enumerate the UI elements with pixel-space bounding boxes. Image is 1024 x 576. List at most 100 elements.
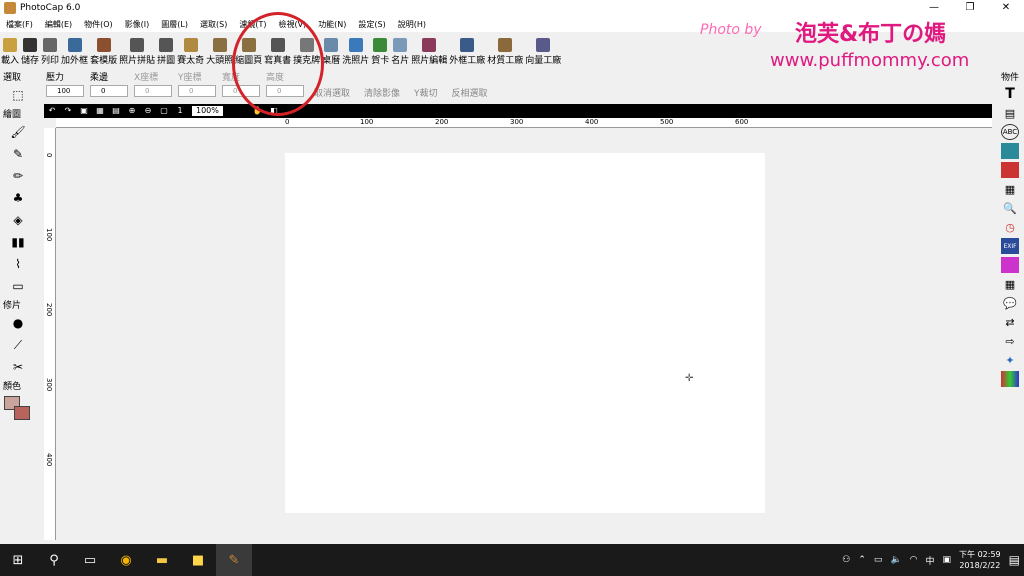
invert-select-button[interactable]: 反相選取 (452, 86, 488, 99)
toolbar-button[interactable]: 拼圖 (156, 34, 176, 68)
softness-group: 柔邊 0 (90, 70, 128, 97)
toolbar-button[interactable]: 外框工廠 (448, 34, 486, 68)
menu-item[interactable]: 設定(S) (352, 19, 391, 30)
abc-icon[interactable]: ABC (1001, 124, 1019, 140)
notification-icon[interactable]: ▤ (1005, 553, 1024, 567)
menu-item[interactable]: 影像(I) (119, 19, 156, 30)
calendar-icon[interactable]: ▦ (1001, 276, 1019, 292)
menu-item[interactable]: 物件(O) (78, 19, 119, 30)
menu-item[interactable]: 說明(H) (392, 19, 432, 30)
clock[interactable]: 下午 02:59 2018/2/22 (955, 549, 1005, 571)
redo-icon[interactable]: ↷ (63, 106, 73, 116)
actual-size-icon[interactable]: 1 (175, 106, 185, 116)
smudge-tool[interactable]: ⟋ (6, 335, 30, 355)
copy-icon[interactable]: ▣ (79, 106, 89, 116)
zoom-level[interactable]: 100% (192, 106, 223, 116)
people-icon[interactable]: ⚇ (838, 555, 854, 565)
toolbar-button[interactable]: 照片拼貼 (118, 34, 156, 68)
toolbar-button[interactable]: 賀卡 (370, 34, 390, 68)
search-taskbar-icon[interactable]: ⚲ (36, 544, 72, 576)
mosaic-icon[interactable] (1001, 371, 1019, 387)
toolbar-button[interactable]: 名片 (390, 34, 410, 68)
sticky-notes-icon[interactable]: ■ (180, 544, 216, 576)
toolbar-button[interactable]: 賽太奇 (176, 34, 205, 68)
brush-tool[interactable]: 🖌 (6, 122, 30, 142)
text-box-icon[interactable]: ▤ (1001, 105, 1019, 121)
ime-indicator[interactable]: 中 (922, 554, 939, 567)
paste-icon[interactable]: ▤ (111, 106, 121, 116)
start-icon[interactable]: ⊞ (0, 544, 36, 576)
wifi-icon[interactable]: ◠ (906, 555, 922, 565)
toolbar-button[interactable]: 照片編輯 (410, 34, 448, 68)
toolbar-button[interactable]: 套模版 (89, 34, 118, 68)
stamp-tool[interactable]: ♣ (6, 188, 30, 208)
highlight-circle (232, 12, 324, 116)
toolbar-button[interactable]: 加外框 (60, 34, 89, 68)
menu-item[interactable]: 編輯(E) (39, 19, 78, 30)
menu-item[interactable]: 檔案(F) (0, 19, 39, 30)
crop-button[interactable]: Y裁切 (414, 86, 438, 99)
toolbar-icon (183, 38, 198, 52)
pressure-input[interactable]: 100 (46, 85, 84, 97)
toolbar-button[interactable]: 材質工廠 (486, 34, 524, 68)
frame-icon[interactable] (1001, 162, 1019, 178)
volume-icon[interactable]: 🔈 (886, 555, 905, 565)
exif-icon[interactable]: EXIF (1001, 238, 1019, 254)
task-view-icon[interactable]: ▭ (72, 544, 108, 576)
menu-item[interactable]: 功能(N) (312, 19, 352, 30)
clone-tool[interactable]: ✂ (6, 357, 30, 377)
menu-item[interactable]: 圖層(L) (155, 19, 194, 30)
fit-icon[interactable]: ▢ (159, 106, 169, 116)
marquee-tool[interactable]: ⬚ (6, 85, 30, 105)
color-swatches[interactable] (0, 392, 44, 422)
x-input[interactable]: 0 (134, 85, 172, 97)
ime-mode-icon[interactable]: ▣ (939, 555, 956, 565)
pencil-tool[interactable]: ✏ (6, 166, 30, 186)
cancel-select-button[interactable]: 取消選取 (314, 86, 350, 99)
grid-icon[interactable]: ▦ (95, 106, 105, 116)
text-tool[interactable]: T (1001, 86, 1019, 102)
y-input[interactable]: 0 (178, 85, 216, 97)
toolbar-button[interactable]: 列印 (40, 34, 60, 68)
draw-section-label: 繪圖 (3, 110, 22, 120)
gradient-tool[interactable]: ▮▮ (6, 232, 30, 252)
toolbar-icon (159, 38, 174, 52)
zoom-in-icon[interactable]: ⊕ (127, 106, 137, 116)
search-icon[interactable]: 🔍 (1001, 200, 1019, 216)
eyedropper-tool[interactable]: ⌇ (6, 254, 30, 274)
clear-image-button[interactable]: 清除影像 (364, 86, 400, 99)
redeye-tool[interactable]: ● (6, 313, 30, 333)
toolbar-button[interactable]: 桌曆 (321, 34, 341, 68)
cake-icon[interactable] (1001, 257, 1019, 273)
watermark-photo-by: Photo by (700, 22, 762, 38)
undo-icon[interactable]: ↶ (47, 106, 57, 116)
toolbar-button[interactable]: 向量工廠 (524, 34, 562, 68)
chrome-icon[interactable]: ◉ (108, 544, 144, 576)
file-explorer-icon[interactable]: ▬ (144, 544, 180, 576)
image-icon[interactable] (1001, 143, 1019, 159)
blank-canvas-page[interactable] (285, 153, 765, 513)
softness-input[interactable]: 0 (90, 85, 128, 97)
toolbar-button[interactable]: 洗照片 (341, 34, 370, 68)
chevron-up-icon[interactable]: ⌃ (854, 555, 870, 565)
menu-item[interactable]: 選取(S) (194, 19, 233, 30)
arrows-icon[interactable]: ⇄ (1001, 314, 1019, 330)
toolbar-button[interactable]: 大頭照 (205, 34, 234, 68)
fill-tool[interactable]: ◈ (6, 210, 30, 230)
shape-tool[interactable]: ▭ (6, 276, 30, 296)
photocap-taskbar-icon[interactable]: ✎ (216, 544, 252, 576)
layers-icon[interactable]: ▦ (1001, 181, 1019, 197)
battery-icon[interactable]: ▭ (870, 555, 887, 565)
zoom-out-icon[interactable]: ⊖ (143, 106, 153, 116)
eraser-tool[interactable]: ✎ (6, 144, 30, 164)
arrow-right-icon[interactable]: ⇨ (1001, 333, 1019, 349)
background-color[interactable] (14, 406, 30, 420)
clock-time: 下午 02:59 (959, 550, 1001, 559)
toolbar-button[interactable]: 儲存 (20, 34, 40, 68)
clock-icon[interactable]: ◷ (1001, 219, 1019, 235)
speech-bubble-icon[interactable]: 💬 (1001, 295, 1019, 311)
toolbar-label: 賽太奇 (177, 56, 205, 66)
stamp-icon[interactable]: ✦ (1001, 352, 1019, 368)
toolbar-icon (67, 38, 82, 52)
toolbar-button[interactable]: 載入 (0, 34, 20, 68)
